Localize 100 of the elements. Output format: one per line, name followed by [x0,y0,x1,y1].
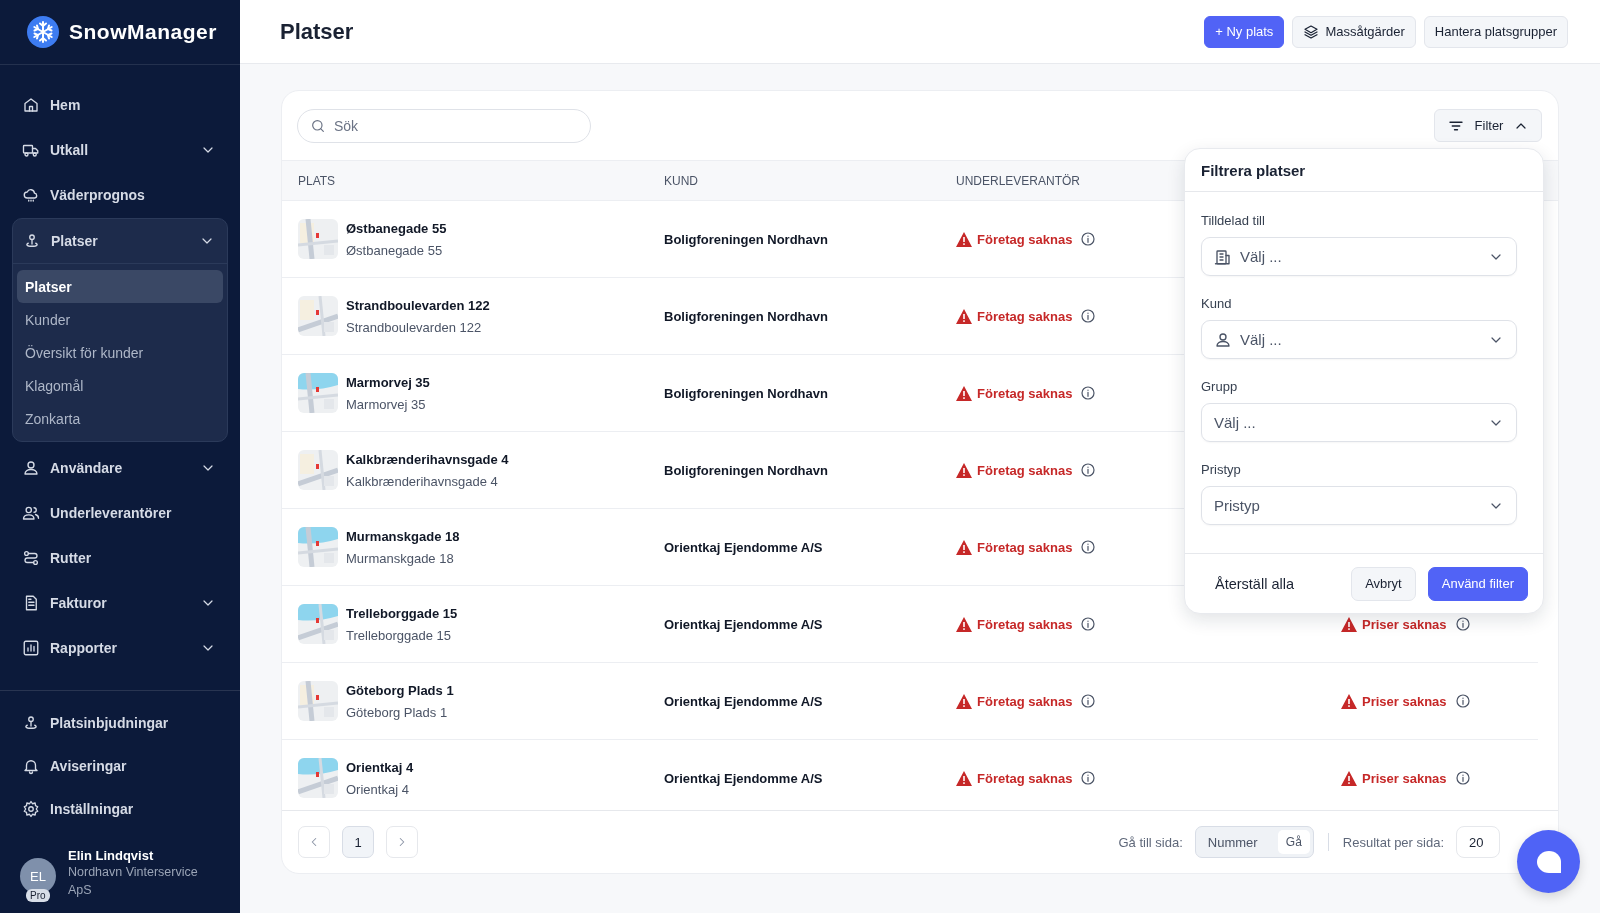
pin-icon [22,713,40,732]
nav-item[interactable]: Aviseringar [12,744,228,787]
warning-text: Företag saknas [977,385,1073,401]
page-title: Platser [280,18,355,45]
customer-name: Orientkaj Ejendomme A/S [664,770,824,786]
info-icon [1080,616,1097,632]
nav-item[interactable]: Väderprognos [12,172,228,217]
warning-icon [956,462,972,478]
column-header: KUND [664,173,699,188]
warning-text: Företag saknas [977,770,1073,786]
column-header: PLATS [298,173,337,188]
building-icon [1214,247,1232,266]
place-name: Trelleborggade 15 [346,605,458,621]
warning-text: Företag saknas [977,308,1073,324]
bar-chart-icon [22,638,40,657]
place-name: Kalkbrænderihavnsgade 4 [346,451,509,467]
page-number-field[interactable]: Nummer Gå [1194,826,1314,858]
info-icon [1080,539,1097,555]
nav-subitem[interactable]: Klagomål [17,369,223,402]
nav-subitem[interactable]: Översikt för kunder [17,336,223,369]
nav-item[interactable]: Rapporter [12,625,228,670]
nav-item[interactable]: Rutter [12,535,228,580]
info-icon [1080,462,1097,478]
nav-item[interactable]: Fakturor [12,580,228,625]
user-icon [1214,330,1232,349]
action-button[interactable]: Massåtgärder [1292,15,1416,48]
snowflake-logo-icon [27,16,59,48]
layers-icon [1303,23,1320,40]
place-address: Murmanskgade 18 [346,550,455,566]
action-button[interactable]: + Ny plats [1204,15,1285,48]
nav-item[interactable]: Användare [12,445,228,490]
info-icon [1080,308,1097,324]
warning-text: Företag saknas [977,231,1073,247]
go-button[interactable]: Gå [1277,830,1310,854]
filter-button[interactable]: Filter [1434,109,1542,142]
info-icon [1080,385,1097,401]
warning-text: Företag saknas [977,539,1073,555]
nav-item[interactable]: Platser [13,219,227,264]
info-icon [1454,693,1471,709]
search-input[interactable]: Sök [332,116,578,135]
panel-button[interactable]: Använd filter [1427,566,1528,601]
nav-item[interactable]: Platsinbjudningar [12,701,228,744]
chat-button[interactable] [1517,830,1580,893]
warning-text: Företag saknas [977,693,1073,709]
previous-page-button[interactable] [298,826,330,858]
pin-icon [23,232,41,250]
field-label: Kund [1201,296,1233,312]
action-button[interactable]: Hantera platsgrupper [1423,15,1568,48]
nav-subitem[interactable]: Platser [17,270,223,303]
customer-name: Boligforeningen Nordhavn [664,385,829,401]
place-address: Göteborg Plads 1 [346,704,449,720]
field-label: Tilldelad till [1201,213,1266,229]
warning-icon [956,693,972,709]
customer-name: Orientkaj Ejendomme A/S [664,693,824,709]
chat-bubble-icon [1536,850,1561,873]
place-address: Østbanegade 55 [346,242,444,258]
nav-item[interactable]: Utkall [12,127,228,172]
warning-text: Företag saknas [977,462,1073,478]
page-button[interactable]: 1 [342,826,374,858]
warning-icon [956,770,972,786]
select-field[interactable]: Välj ... [1201,403,1517,442]
next-page-button[interactable] [386,826,418,858]
user-name: Elin Lindqvist [68,848,155,863]
customer-name: Boligforeningen Nordhavn [664,308,829,324]
nav-item[interactable]: Inställningar [12,787,228,830]
per-page-select[interactable]: 20 [1456,826,1500,858]
customer-name: Orientkaj Ejendomme A/S [664,616,824,632]
panel-button[interactable]: Avbryt [1351,566,1416,601]
place-address: Kalkbrænderihavnsgade 4 [346,473,499,489]
place-name: Marmorvej 35 [346,374,430,390]
info-icon [1080,770,1097,786]
nav-item[interactable]: Underleverantörer [12,490,228,535]
field-label: Grupp [1201,379,1239,395]
page-number-input[interactable]: Nummer [1205,833,1272,851]
nav-subitem[interactable]: Kunder [17,303,223,336]
warning-icon [956,231,972,247]
info-icon [1080,231,1097,247]
nav-subitem[interactable]: Zonkarta [17,402,223,435]
info-icon [1454,616,1471,632]
customer-name: Orientkaj Ejendomme A/S [664,539,824,555]
customer-name: Boligforeningen Nordhavn [664,231,829,247]
place-address: Marmorvej 35 [346,396,427,412]
per-page-label: Resultat per sida: [1342,834,1444,850]
warning-text: Företag saknas [977,616,1073,632]
warning-icon [956,539,972,555]
warning-text: Priser saknas [1362,693,1447,709]
field-label: Pristyp [1201,462,1242,478]
customer-name: Boligforeningen Nordhavn [664,462,829,478]
place-name: Strandboulevarden 122 [346,297,490,313]
info-icon [1454,770,1471,786]
select-field[interactable]: Välj ... [1201,237,1517,276]
info-icon [1080,693,1097,709]
user-icon [22,458,40,477]
warning-icon [1341,693,1357,709]
user-company: Nordhavn Vinterservice ApS [68,864,199,899]
select-field[interactable]: Pristyp [1201,486,1517,525]
panel-title: Filtrera platser [1185,149,1543,192]
select-field[interactable]: Välj ... [1201,320,1517,359]
nav-item[interactable]: Hem [12,82,228,127]
route-icon [22,548,40,567]
